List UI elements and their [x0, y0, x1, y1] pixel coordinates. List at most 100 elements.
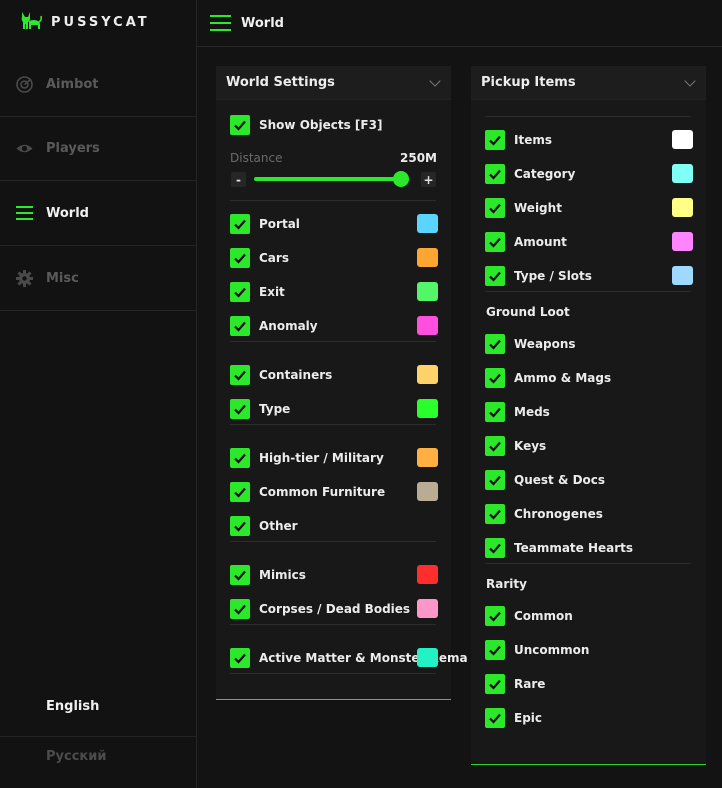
common-furniture-checkbox[interactable]	[230, 482, 250, 502]
anomaly-checkbox[interactable]	[230, 316, 250, 336]
cars-checkbox[interactable]	[230, 248, 250, 268]
checkbox-row-type-slots: Type / Slots	[485, 266, 693, 286]
items-checkbox[interactable]	[485, 130, 505, 150]
language-russian[interactable]: Русский	[0, 731, 197, 781]
panel-header[interactable]: Pickup Items	[471, 66, 706, 100]
corpses-dead-bodies-checkbox[interactable]	[230, 599, 250, 619]
checkbox-row-high-tier-military: High-tier / Military	[230, 448, 438, 468]
checkbox-row-chronogenes: Chronogenes	[485, 504, 693, 524]
active-matter-monster-rema-checkbox[interactable]	[230, 648, 250, 668]
portal-checkbox[interactable]	[230, 214, 250, 234]
weight-color-swatch[interactable]	[672, 198, 693, 217]
quest-docs-checkbox[interactable]	[485, 470, 505, 490]
sidebar-item-label: Aimbot	[46, 76, 99, 92]
divider	[485, 563, 691, 564]
items-color-swatch[interactable]	[672, 130, 693, 149]
amount-checkbox[interactable]	[485, 232, 505, 252]
checkbox-label: Weapons	[514, 337, 576, 351]
chevron-down-icon[interactable]	[684, 74, 696, 87]
type-color-swatch[interactable]	[417, 399, 438, 418]
chronogenes-checkbox[interactable]	[485, 504, 505, 524]
weight-checkbox[interactable]	[485, 198, 505, 218]
distance-slider-thumb[interactable]	[393, 171, 409, 187]
anomaly-color-swatch[interactable]	[417, 316, 438, 335]
panel-title: World Settings	[226, 75, 335, 90]
exit-color-swatch[interactable]	[417, 282, 438, 301]
epic-checkbox[interactable]	[485, 708, 505, 728]
distance-label: Distance	[230, 151, 283, 165]
common-furniture-color-swatch[interactable]	[417, 482, 438, 501]
panel-header[interactable]: World Settings	[216, 66, 451, 100]
mimics-color-swatch[interactable]	[417, 565, 438, 584]
sidebar-item-misc[interactable]: Misc	[0, 246, 197, 311]
exit-checkbox[interactable]	[230, 282, 250, 302]
common-checkbox[interactable]	[485, 606, 505, 626]
distance-increase-button[interactable]: +	[421, 172, 436, 187]
checkbox-row-items: Items	[485, 130, 693, 150]
hamburger-icon	[16, 205, 33, 222]
other-checkbox[interactable]	[230, 516, 250, 536]
divider	[230, 424, 436, 425]
checkbox-row-keys: Keys	[485, 436, 693, 456]
uncommon-checkbox[interactable]	[485, 640, 505, 660]
portal-color-swatch[interactable]	[417, 214, 438, 233]
containers-color-swatch[interactable]	[417, 365, 438, 384]
category-checkbox[interactable]	[485, 164, 505, 184]
checkbox-label: Cars	[259, 251, 289, 265]
corpses-dead-bodies-color-swatch[interactable]	[417, 599, 438, 618]
sidebar-item-players[interactable]: Players	[0, 117, 197, 181]
checkbox-row-teammate-hearts: Teammate Hearts	[485, 538, 693, 558]
sidebar-item-world[interactable]: World	[0, 181, 197, 246]
checkbox-label: Amount	[514, 235, 567, 249]
amount-color-swatch[interactable]	[672, 232, 693, 251]
active-matter-monster-rema-color-swatch[interactable]	[417, 648, 438, 667]
distance-value: 250M	[400, 151, 437, 165]
type-checkbox[interactable]	[230, 399, 250, 419]
high-tier-military-checkbox[interactable]	[230, 448, 250, 468]
type-slots-checkbox[interactable]	[485, 266, 505, 286]
checkbox-row-common-furniture: Common Furniture	[230, 482, 438, 502]
divider	[230, 624, 436, 625]
sidebar-item-label: Misc	[46, 270, 79, 286]
sidebar-item-label: Players	[46, 141, 100, 156]
hamburger-menu-icon[interactable]	[210, 15, 231, 31]
category-color-swatch[interactable]	[672, 164, 693, 183]
checkbox-label: Teammate Hearts	[514, 541, 634, 555]
keys-checkbox[interactable]	[485, 436, 505, 456]
section-title: Rarity	[486, 577, 527, 591]
distance-decrease-button[interactable]: -	[231, 172, 246, 187]
checkbox-row-active-matter-monster-rema: Active Matter & Monster Rema	[230, 648, 468, 668]
containers-checkbox[interactable]	[230, 365, 250, 385]
weapons-checkbox[interactable]	[485, 334, 505, 354]
checkbox-label: Other	[259, 519, 298, 533]
checkbox-row-exit: Exit	[230, 282, 438, 302]
checkbox-row-rare: Rare	[485, 674, 693, 694]
high-tier-military-color-swatch[interactable]	[417, 448, 438, 467]
chevron-down-icon[interactable]	[429, 74, 441, 87]
cars-color-swatch[interactable]	[417, 248, 438, 267]
checkbox-row: Show Objects [F3]	[230, 115, 438, 135]
checkbox-row-weight: Weight	[485, 198, 693, 218]
checkbox-label: Corpses / Dead Bodies	[259, 602, 411, 616]
checkbox-label: Epic	[514, 711, 543, 725]
mimics-checkbox[interactable]	[230, 565, 250, 585]
meds-checkbox[interactable]	[485, 402, 505, 422]
checkbox-label: Uncommon	[514, 643, 590, 657]
sidebar-item-aimbot[interactable]: Aimbot	[0, 52, 197, 117]
type-slots-color-swatch[interactable]	[672, 266, 693, 285]
checkbox-row-mimics: Mimics	[230, 565, 438, 585]
rare-checkbox[interactable]	[485, 674, 505, 694]
eye-icon	[16, 140, 33, 157]
checkbox-label: Mimics	[259, 568, 306, 582]
checkbox-row-uncommon: Uncommon	[485, 640, 693, 660]
show-objects-checkbox[interactable]	[230, 115, 250, 135]
ammo-mags-checkbox[interactable]	[485, 368, 505, 388]
divider	[230, 541, 436, 542]
checkbox-label: Quest & Docs	[514, 473, 606, 487]
divider	[485, 291, 691, 292]
checkbox-row-amount: Amount	[485, 232, 693, 252]
distance-slider-track[interactable]	[254, 177, 404, 181]
teammate-hearts-checkbox[interactable]	[485, 538, 505, 558]
checkbox-label: Keys	[514, 439, 547, 453]
language-english[interactable]: English	[0, 681, 197, 731]
